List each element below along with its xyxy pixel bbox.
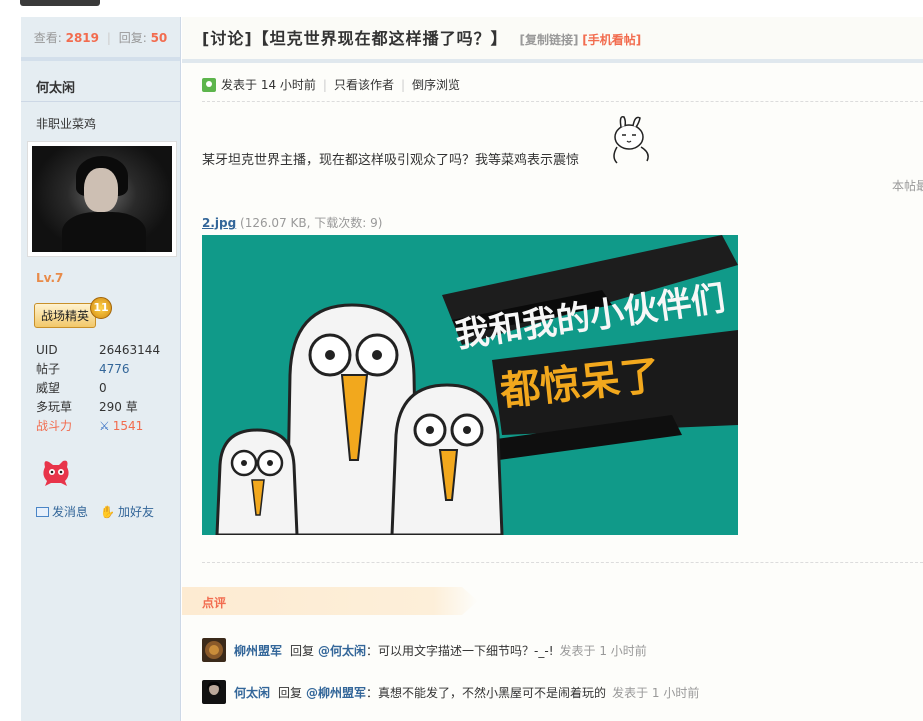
divider [202, 101, 923, 102]
attachment-info: 2.jpg (126.07 KB, 下载次数: 9) [202, 214, 382, 231]
envelope-icon [36, 506, 49, 517]
info-value: 0 [99, 381, 107, 395]
edit-note: 本帖最 [892, 179, 923, 193]
post-content: [讨论]【坦克世界现在都这样播了吗？】 [复制链接] [手机看帖] 发表于 14… [182, 17, 923, 721]
info-value: 290 草 [99, 400, 138, 414]
add-friend-label: 加好友 [117, 505, 154, 519]
commenter-avatar[interactable] [202, 680, 226, 704]
review-text: ：可以用文字描述一下细节吗？-_-! [366, 643, 554, 658]
power-value: 1541 [112, 419, 144, 433]
replies-count: 50 [150, 31, 168, 45]
post-body: 某牙坦克世界主播，现在都这样吸引观众了吗？我等菜鸡表示震惊 [202, 153, 580, 168]
stats-separator: | [106, 31, 111, 45]
info-row-power: 战斗力 ⚔ 1541 [36, 417, 176, 436]
review-mention[interactable]: @柳州盟军 [306, 684, 366, 701]
post-meta: 发表于 14 小时前 | 只看该作者 | 倒序浏览 [202, 76, 460, 93]
meme-image: 我和我的小伙伴们 都惊呆了 [202, 235, 738, 535]
review-title: 点评 [202, 596, 227, 610]
info-key: UID [36, 343, 58, 357]
review-item: 何太闲 回复 @柳州盟军 ：真想不能发了，不然小黑屋可不是闹着玩的 发表于 1 … [202, 680, 699, 704]
author-level: Lv.7 [36, 271, 64, 285]
mascot-icon [43, 460, 69, 486]
info-value: ⚔ 1541 [99, 417, 143, 436]
review-time: 发表于 1 小时前 [559, 643, 647, 658]
review-time: 发表于 1 小时前 [612, 685, 700, 700]
author-avatar[interactable] [27, 141, 177, 257]
only-author-link[interactable]: 只看该作者 [334, 76, 394, 93]
review-item: 柳州盟军 回复 @何太闲 ：可以用文字描述一下细节吗？-_-! 发表于 1 小时… [202, 638, 647, 662]
handshake-icon: ✋ [100, 504, 115, 519]
info-key: 威望 [36, 381, 61, 395]
reply-word: 回复 [278, 685, 303, 700]
attachment-meta: (126.07 KB, 下载次数: 9) [240, 216, 383, 230]
crossed-swords-icon: ⚔ [99, 419, 110, 433]
medal-number: 11 [90, 297, 112, 319]
author-actions: 发消息 ✋ 加好友 [36, 503, 154, 520]
reverse-order-link[interactable]: 倒序浏览 [412, 76, 460, 93]
post-time: 发表于 14 小时前 [221, 78, 316, 92]
views-count: 2819 [65, 31, 99, 45]
author-info-table: UID 26463144 帖子 4776 威望 0 多玩草 290 草 战斗力 … [36, 341, 176, 436]
divider [202, 562, 923, 563]
replies-label: 回复: [118, 31, 147, 45]
review-text: ：真想不能发了，不然小黑屋可不是闹着玩的 [366, 685, 607, 700]
post-title-bar: [讨论]【坦克世界现在都这样播了吗？】 [复制链接] [手机看帖] [182, 17, 923, 63]
info-value: 26463144 [99, 343, 161, 357]
review-author[interactable]: 柳州盟军 [234, 642, 282, 659]
post-title: [讨论]【坦克世界现在都这样播了吗？】 [202, 29, 508, 48]
author-name[interactable]: 何太闲 [36, 77, 75, 96]
medal-badge[interactable]: 战场精英 11 [34, 297, 112, 328]
review-header: 点评 [182, 587, 478, 615]
info-row-prestige: 威望 0 [36, 379, 176, 398]
info-key: 多玩草 [36, 400, 73, 414]
medal-label: 战场精英 [34, 303, 97, 328]
browser-top-tab [20, 0, 100, 6]
thread-stats: 查看: 2819 | 回复: 50 [21, 17, 180, 61]
reply-word: 回复 [290, 643, 315, 658]
info-row-grass: 多玩草 290 草 [36, 398, 176, 417]
info-row-uid: UID 26463144 [36, 341, 176, 360]
meta-separator: | [400, 77, 406, 92]
rabbit-sticker-icon [613, 115, 649, 164]
info-value-link[interactable]: 4776 [99, 360, 130, 379]
commenter-avatar[interactable] [202, 638, 226, 662]
divider [21, 101, 181, 102]
mobile-view-button[interactable]: [手机看帖] [582, 33, 641, 47]
author-title: 非职业菜鸡 [36, 117, 97, 131]
attachment-link[interactable]: 2.jpg [202, 216, 236, 230]
review-mention[interactable]: @何太闲 [318, 642, 366, 659]
meme-character-right [390, 383, 504, 535]
send-message-button[interactable]: 发消息 [36, 503, 88, 520]
send-message-label: 发消息 [52, 505, 89, 519]
author-sidebar: 查看: 2819 | 回复: 50 何太闲 非职业菜鸡 Lv.7 战场精英 11… [21, 17, 181, 721]
meta-separator: | [322, 77, 327, 92]
views-label: 查看: [33, 31, 62, 45]
post-image[interactable]: 我和我的小伙伴们 都惊呆了 [202, 235, 738, 535]
info-row-posts: 帖子 4776 [36, 360, 176, 379]
user-online-icon [202, 77, 216, 92]
add-friend-button[interactable]: ✋ 加好友 [100, 503, 154, 520]
meme-character-left [215, 428, 299, 535]
review-author[interactable]: 何太闲 [234, 684, 270, 701]
info-key: 帖子 [36, 362, 61, 376]
info-key: 战斗力 [36, 419, 73, 433]
copy-link-button[interactable]: [复制链接] [519, 33, 578, 47]
